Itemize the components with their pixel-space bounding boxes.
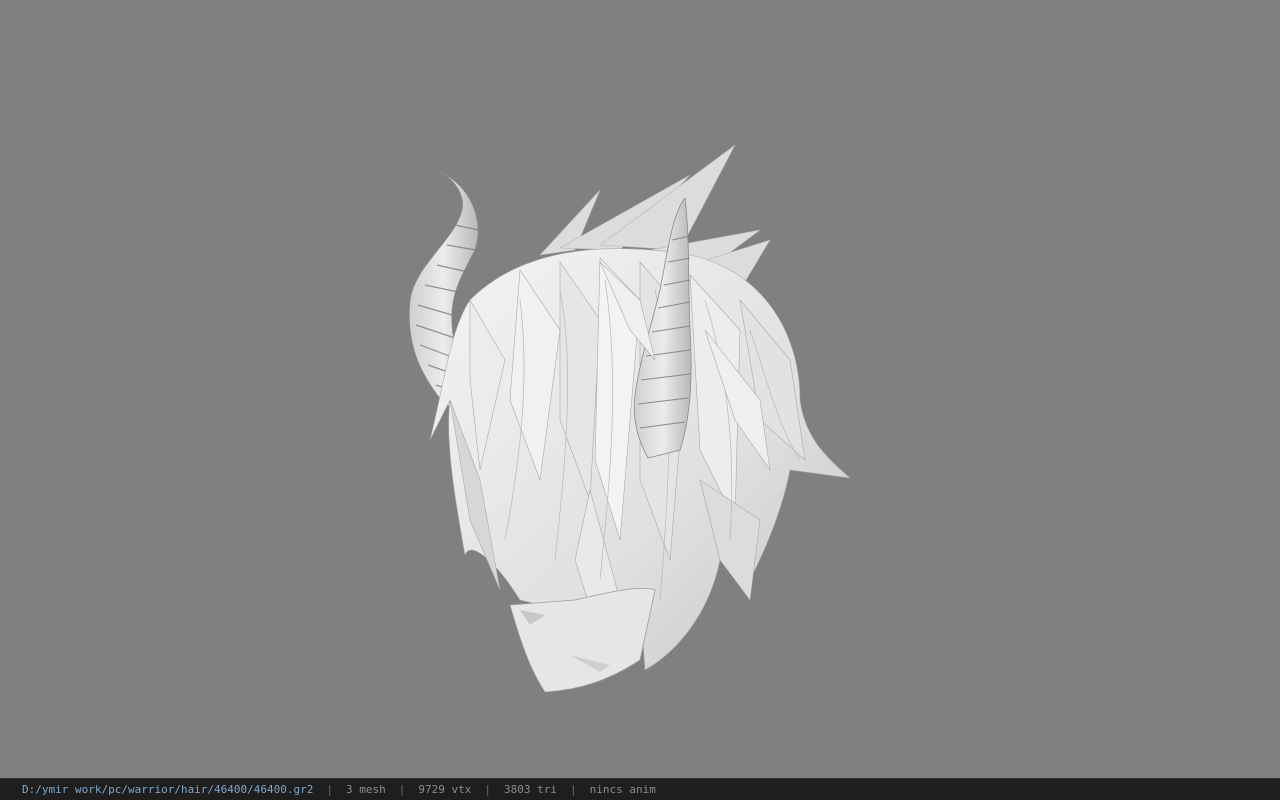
hair-model-render	[408, 144, 851, 693]
status-separator: |	[484, 783, 492, 796]
3d-viewport[interactable]	[0, 0, 1280, 778]
mesh-count-label: 3 mesh	[346, 783, 386, 796]
triangle-count-label: 3803 tri	[504, 783, 557, 796]
status-separator: |	[398, 783, 406, 796]
status-separator: |	[570, 783, 577, 796]
status-bar: D:/ymir work/pc/warrior/hair/46400/46400…	[0, 778, 1280, 800]
vertex-count-label: 9729 vtx	[418, 783, 472, 796]
status-separator: |	[326, 783, 334, 796]
jaw-mask	[509, 587, 656, 693]
file-path-label: D:/ymir work/pc/warrior/hair/46400/46400…	[22, 783, 314, 796]
animation-status-label: nincs anim	[589, 783, 656, 796]
